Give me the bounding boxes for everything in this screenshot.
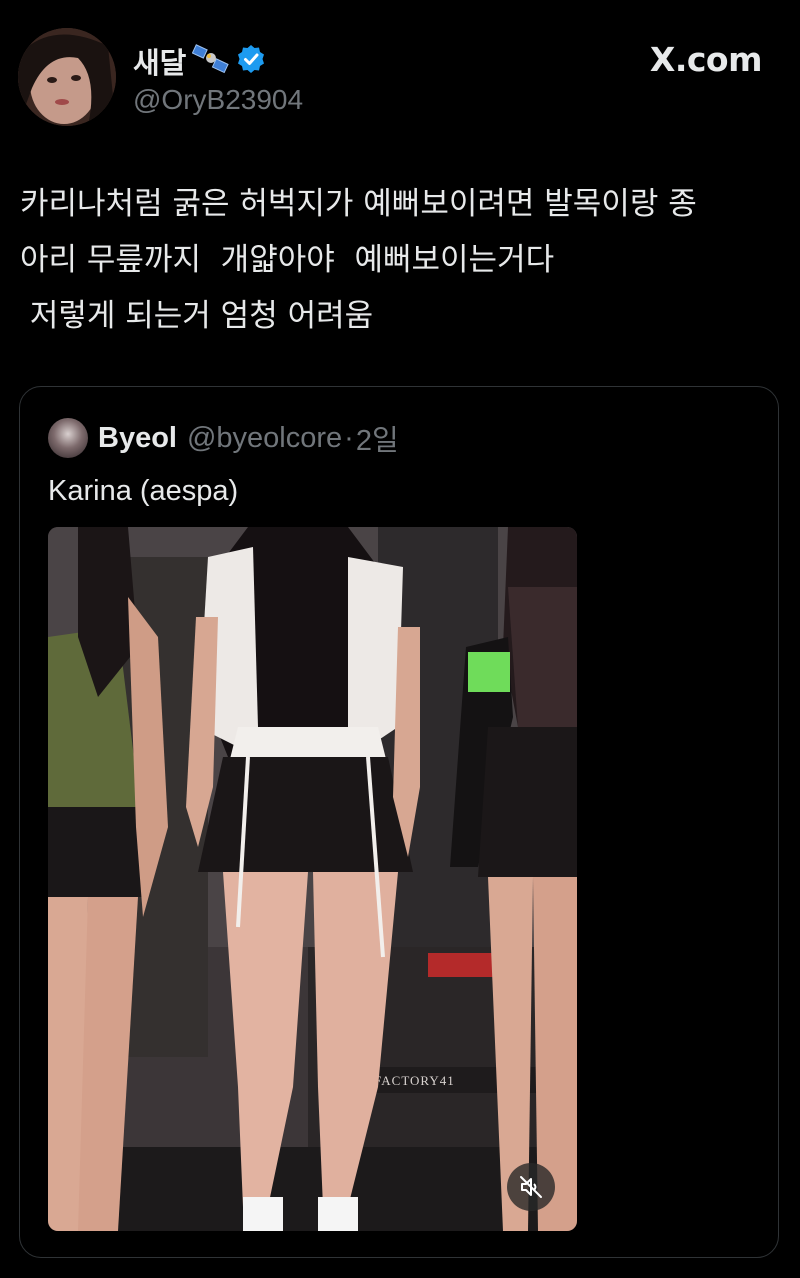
satellite-icon bbox=[192, 43, 230, 80]
quoted-author-avatar[interactable] bbox=[48, 418, 88, 458]
quoted-tweet-video[interactable]: FACTORY41 bbox=[48, 527, 577, 1231]
mute-toggle-button[interactable] bbox=[507, 1163, 555, 1211]
author-name-row: 새달 bbox=[133, 40, 266, 82]
author-display-name[interactable]: 새달 bbox=[133, 40, 186, 82]
author-avatar[interactable] bbox=[18, 28, 116, 126]
quoted-tweet-header: Byeol @byeolcore · 2일 bbox=[48, 417, 399, 459]
quoted-author-name[interactable]: Byeol bbox=[98, 422, 177, 455]
quoted-author-handle[interactable]: @byeolcore bbox=[187, 422, 342, 455]
site-badge: X.com bbox=[649, 40, 763, 79]
backdrop-sign-text: FACTORY41 bbox=[374, 1073, 455, 1088]
separator-dot: · bbox=[344, 421, 354, 454]
tweet-text: 카리나처럼 굵은 허벅지가 예뻐보이려면 발목이랑 종 아리 무릎까지 개얇아야… bbox=[20, 186, 697, 334]
verified-badge-icon bbox=[236, 44, 266, 79]
author-handle[interactable]: @OryB23904 bbox=[133, 84, 303, 116]
quoted-tweet-time[interactable]: 2일 bbox=[356, 417, 399, 459]
avatar-photo bbox=[18, 28, 116, 126]
quoted-tweet-text: Karina (aespa) bbox=[48, 475, 239, 507]
video-frame: FACTORY41 bbox=[48, 527, 577, 1231]
speaker-muted-icon bbox=[518, 1174, 544, 1200]
quoted-tweet-card[interactable]: Byeol @byeolcore · 2일 Karina (aespa) FAC… bbox=[19, 386, 779, 1258]
tweet-header: 새달 @OryB23904 X.com bbox=[0, 0, 800, 140]
